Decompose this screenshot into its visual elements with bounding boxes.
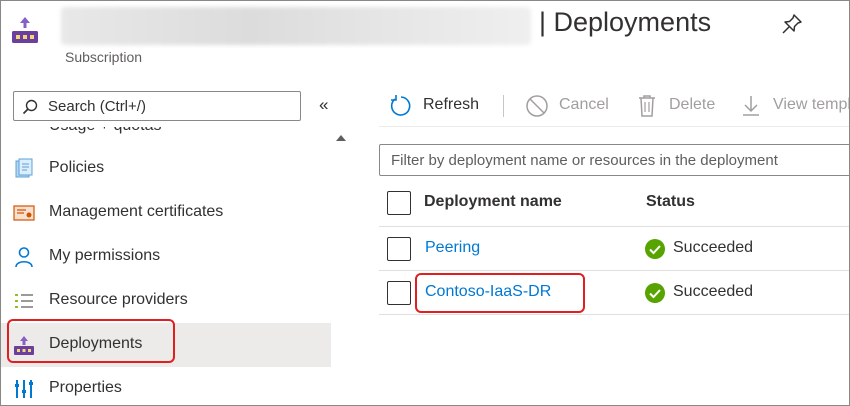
delete-icon: [639, 95, 655, 117]
sidebar-item-management-certificates[interactable]: Management certificates: [1, 191, 331, 235]
deployments-highlight-box: [7, 319, 175, 363]
list-icon: [15, 294, 33, 308]
refresh-icon: [390, 95, 411, 116]
app-window: | Deployments Subscription Search (Ctrl+…: [0, 0, 850, 406]
policies-icon: [15, 158, 33, 178]
success-check-icon: [645, 283, 665, 303]
download-icon: [743, 96, 759, 116]
contoso-row-highlight-box: [415, 273, 585, 313]
page-title: | Deployments: [539, 7, 712, 37]
status-text: Succeeded: [673, 239, 754, 256]
filter-placeholder: Filter by deployment name or resources i…: [391, 152, 778, 169]
search-icon: [22, 99, 38, 115]
collapse-sidebar-button[interactable]: «: [319, 95, 328, 115]
success-check-icon: [645, 239, 665, 259]
sidebar-item-properties[interactable]: Properties: [1, 367, 331, 405]
subscription-icon: [12, 17, 38, 43]
search-input[interactable]: Search (Ctrl+/): [13, 91, 301, 121]
sidebar-nav: Usage + quotas Policies Management certi…: [1, 127, 331, 405]
select-all-checkbox[interactable]: [387, 191, 411, 215]
row-checkbox[interactable]: [387, 281, 411, 305]
deployment-name-link[interactable]: Peering: [425, 239, 480, 257]
person-icon: [15, 247, 33, 268]
properties-icon: [15, 380, 33, 398]
column-header-status[interactable]: Status: [646, 193, 695, 211]
subscription-name-redacted: [61, 7, 531, 45]
table-header: Deployment name Status: [379, 181, 849, 227]
toolbar-separator: [503, 95, 504, 117]
pin-icon[interactable]: [781, 13, 803, 35]
sidebar-scrollbar[interactable]: [333, 127, 349, 405]
command-bar: Refresh Cancel Delete View template: [379, 83, 849, 127]
sidebar-item-resource-providers[interactable]: Resource providers: [1, 279, 331, 323]
resource-type-label: Subscription: [65, 49, 143, 65]
search-placeholder: Search (Ctrl+/): [48, 98, 146, 115]
column-header-deployment-name[interactable]: Deployment name: [424, 193, 562, 211]
status-text: Succeeded: [673, 283, 754, 300]
row-checkbox[interactable]: [387, 237, 411, 261]
sidebar-item-policies[interactable]: Policies: [1, 147, 331, 191]
sidebar-item-my-permissions[interactable]: My permissions: [1, 235, 331, 279]
scroll-up-arrow-icon[interactable]: [336, 135, 346, 141]
cancel-icon: [526, 95, 548, 117]
filter-input[interactable]: Filter by deployment name or resources i…: [379, 144, 849, 176]
certificate-icon: [13, 205, 35, 221]
table-row: Peering Succeeded: [379, 227, 849, 271]
